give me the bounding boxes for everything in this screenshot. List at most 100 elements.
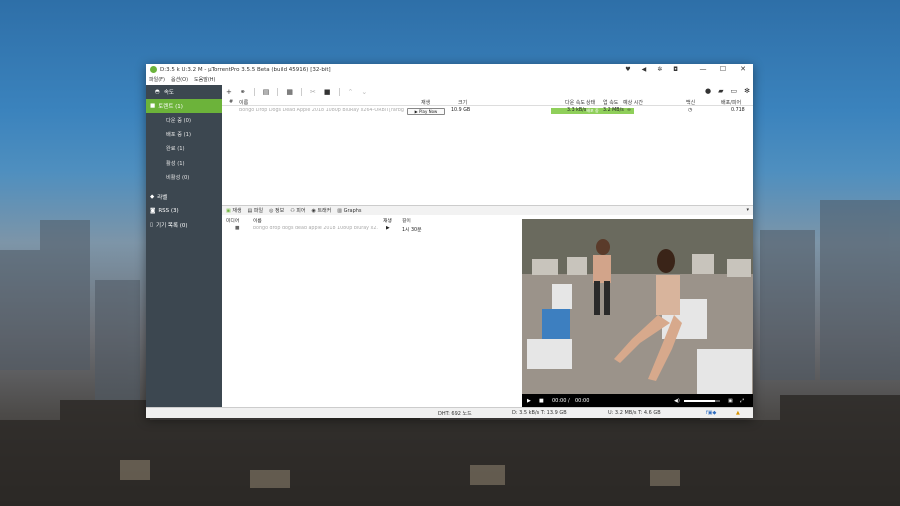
media-list: 미디어 이름 재생 길이 ■ bongo drop dogs dead appl… xyxy=(222,215,517,406)
toolbar: + ⚭ ▤ ▦ ✂ ■ ⌃ ⌄ ● ▰ ▭ ✻ xyxy=(222,85,753,98)
sidebar-item-torrents[interactable]: ■ 토렌트 (1) xyxy=(146,99,222,113)
eta-value: ∞ xyxy=(627,108,631,113)
sidebar-item-inactive[interactable]: 비활성 (0) xyxy=(146,171,222,185)
tab-trackers[interactable]: ◉ 트래커 xyxy=(312,207,332,214)
device-icon: ▯ xyxy=(150,221,154,228)
expand-icon[interactable]: ⤢ xyxy=(740,398,744,404)
col-file-name[interactable]: 이름 xyxy=(253,217,262,224)
utorrent-logo-icon xyxy=(150,66,157,73)
tab-files[interactable]: ▤ 파일 xyxy=(248,207,264,214)
play-now-button[interactable]: ▶ Play Now xyxy=(407,108,445,115)
heart-icon[interactable]: ♥ xyxy=(625,66,630,73)
col-size[interactable]: 크기 xyxy=(458,99,467,106)
gear-icon[interactable]: ✻ xyxy=(744,87,750,95)
speaker-icon[interactable]: ◀ xyxy=(642,66,647,73)
ratio-value: 0.718 xyxy=(731,108,745,113)
col-up[interactable]: 업 속도 xyxy=(603,99,618,106)
sidebar-item-devices[interactable]: ▯ 기기 목록 (0) xyxy=(146,218,222,232)
torrent-name: Bongo Drop Dogs Dead Apple 2018 1080p Bl… xyxy=(239,108,404,113)
sidebar-item-seeding[interactable]: 배포 중 (1) xyxy=(146,127,222,141)
settings-icon[interactable]: ✲ xyxy=(657,66,662,73)
sidebar-item-labels[interactable]: ◆ 라벨 xyxy=(146,190,222,204)
delete-icon[interactable]: ▦ xyxy=(286,88,293,96)
sidebar-item-speed[interactable]: ◓ 속도 xyxy=(146,85,222,98)
maximize-button[interactable]: ☐ xyxy=(713,64,733,75)
video-player[interactable]: ▶ ■ 00:00 / 00:00 ◀) ▣ ⤢ xyxy=(522,219,753,407)
tab-graphs[interactable]: ▥ Graphs xyxy=(337,208,361,214)
time-separator: / xyxy=(568,397,570,404)
menu-options[interactable]: 옵션(O) xyxy=(171,76,188,83)
col-file-play[interactable]: 재생 xyxy=(383,217,392,224)
sidebar: ◓ 속도 ■ 토렌트 (1) 다운 중 (0) 배포 중 (1) 완료 (1) 활성… xyxy=(146,85,222,407)
download-status: D: 3.5 kB/s T: 13.9 GB xyxy=(512,410,567,416)
up-speed: 3.2 MB/s xyxy=(603,108,624,113)
col-length[interactable]: 길이 xyxy=(402,217,411,224)
shield-icon[interactable]: ◘ xyxy=(673,66,678,73)
col-status[interactable]: 상태 xyxy=(586,99,595,106)
volume-slider[interactable] xyxy=(684,400,720,402)
title-bar: D:3.5 k U:3.2 M - µTorrentPro 3.5.5 Beta… xyxy=(146,64,753,75)
clock-icon: ◷ xyxy=(688,108,693,113)
video-play-button[interactable]: ▶ xyxy=(527,398,531,404)
current-time: 00:00 xyxy=(552,397,567,404)
col-down[interactable]: 다운 속도 xyxy=(565,99,585,106)
tab-info[interactable]: ◎ 정보 xyxy=(269,207,284,214)
media-file-name[interactable]: bongo drop dogs dead apple 2018 1080p bl… xyxy=(253,226,378,231)
chat-icon[interactable]: ▰ xyxy=(718,87,723,95)
tag-icon: ◆ xyxy=(150,193,155,200)
down-speed: 3.3 kB/s xyxy=(567,108,587,113)
app-window: D:3.5 k U:3.2 M - µTorrentPro 3.5.5 Beta… xyxy=(146,64,753,418)
col-eta[interactable]: 예상 시간 xyxy=(623,99,643,106)
create-torrent-icon[interactable]: ▤ xyxy=(263,88,270,96)
upload-status: U: 3.2 MB/s T: 4.6 GB xyxy=(608,410,661,416)
tab-play[interactable]: ▣ 재생 xyxy=(226,207,242,214)
torrent-size: 10.9 GB xyxy=(451,108,471,113)
fullscreen-toggle-icon[interactable]: ▣ xyxy=(728,398,733,404)
video-stop-button[interactable]: ■ xyxy=(539,398,544,404)
window-title: D:3.5 k U:3.2 M - µTorrentPro 3.5.5 Beta… xyxy=(160,66,331,73)
minimize-button[interactable]: — xyxy=(693,64,713,75)
media-duration: 1시 30분 xyxy=(402,228,422,233)
pause-icon[interactable]: ✂ xyxy=(310,88,316,96)
detail-tabs: ▣ 재생 ▤ 파일 ◎ 정보 ⚇ 피어 ◉ 트래커 ▥ Graphs ▾ xyxy=(222,205,753,215)
media-play-icon[interactable]: ▶ xyxy=(386,226,390,231)
menu-help[interactable]: 도움말(H) xyxy=(194,76,215,83)
move-up-icon[interactable]: ⌃ xyxy=(348,88,354,96)
status-bar: DHT: 692 노드 D: 3.5 kB/s T: 13.9 GB U: 3.… xyxy=(146,407,753,418)
menu-bar: 파일(F) 옵션(O) 도움말(H) xyxy=(146,75,216,84)
col-ratio[interactable]: 배포/피어 xyxy=(721,99,741,106)
video-controls: ▶ ■ 00:00 / 00:00 ◀) ▣ ⤢ xyxy=(522,394,753,407)
bulb-icon[interactable]: ● xyxy=(705,87,711,95)
sidebar-item-downloading[interactable]: 다운 중 (0) xyxy=(146,113,222,127)
monitor-icon[interactable]: ▭ xyxy=(731,87,738,95)
social-icons[interactable]: f▣◆ xyxy=(706,410,716,416)
stop-icon[interactable]: ■ xyxy=(324,88,331,96)
close-button[interactable]: ✕ xyxy=(733,64,753,75)
col-num[interactable]: # xyxy=(229,99,233,105)
collapse-icon[interactable]: ▾ xyxy=(746,207,749,213)
torrent-list-header: # 이름 재생 크기 상태 다운 속도 업 속도 예상 시간 백신 배포/피어 xyxy=(222,98,753,106)
dht-status: DHT: 692 노드 xyxy=(438,411,472,417)
move-down-icon[interactable]: ⌄ xyxy=(361,88,367,96)
speedometer-icon: ◓ xyxy=(155,88,160,95)
volume-level xyxy=(684,400,715,402)
torrents-icon: ■ xyxy=(150,103,156,109)
video-frame xyxy=(522,219,753,394)
add-torrent-icon[interactable]: + xyxy=(226,88,232,96)
rss-icon: ◙ xyxy=(150,207,156,214)
volume-icon[interactable]: ◀) xyxy=(674,398,680,404)
sidebar-item-rss[interactable]: ◙ RSS (3) xyxy=(146,204,222,218)
sidebar-item-completed[interactable]: 완료 (1) xyxy=(146,142,222,156)
total-time: 00:00 xyxy=(575,397,590,404)
table-row[interactable]: Bongo Drop Dogs Dead Apple 2018 1080p Bl… xyxy=(222,107,753,116)
col-play[interactable]: 재생 xyxy=(421,99,430,106)
col-seeds[interactable]: 백신 xyxy=(686,99,695,106)
sidebar-item-active[interactable]: 활성 (1) xyxy=(146,156,222,170)
add-link-icon[interactable]: ⚭ xyxy=(240,88,246,96)
col-name[interactable]: 이름 xyxy=(239,99,248,106)
tab-peers[interactable]: ⚇ 피어 xyxy=(290,207,305,214)
menu-file[interactable]: 파일(F) xyxy=(149,76,165,83)
col-media[interactable]: 미디어 xyxy=(226,217,239,224)
video-file-icon: ■ xyxy=(235,226,240,231)
warning-icon[interactable]: ▲ xyxy=(736,410,740,416)
